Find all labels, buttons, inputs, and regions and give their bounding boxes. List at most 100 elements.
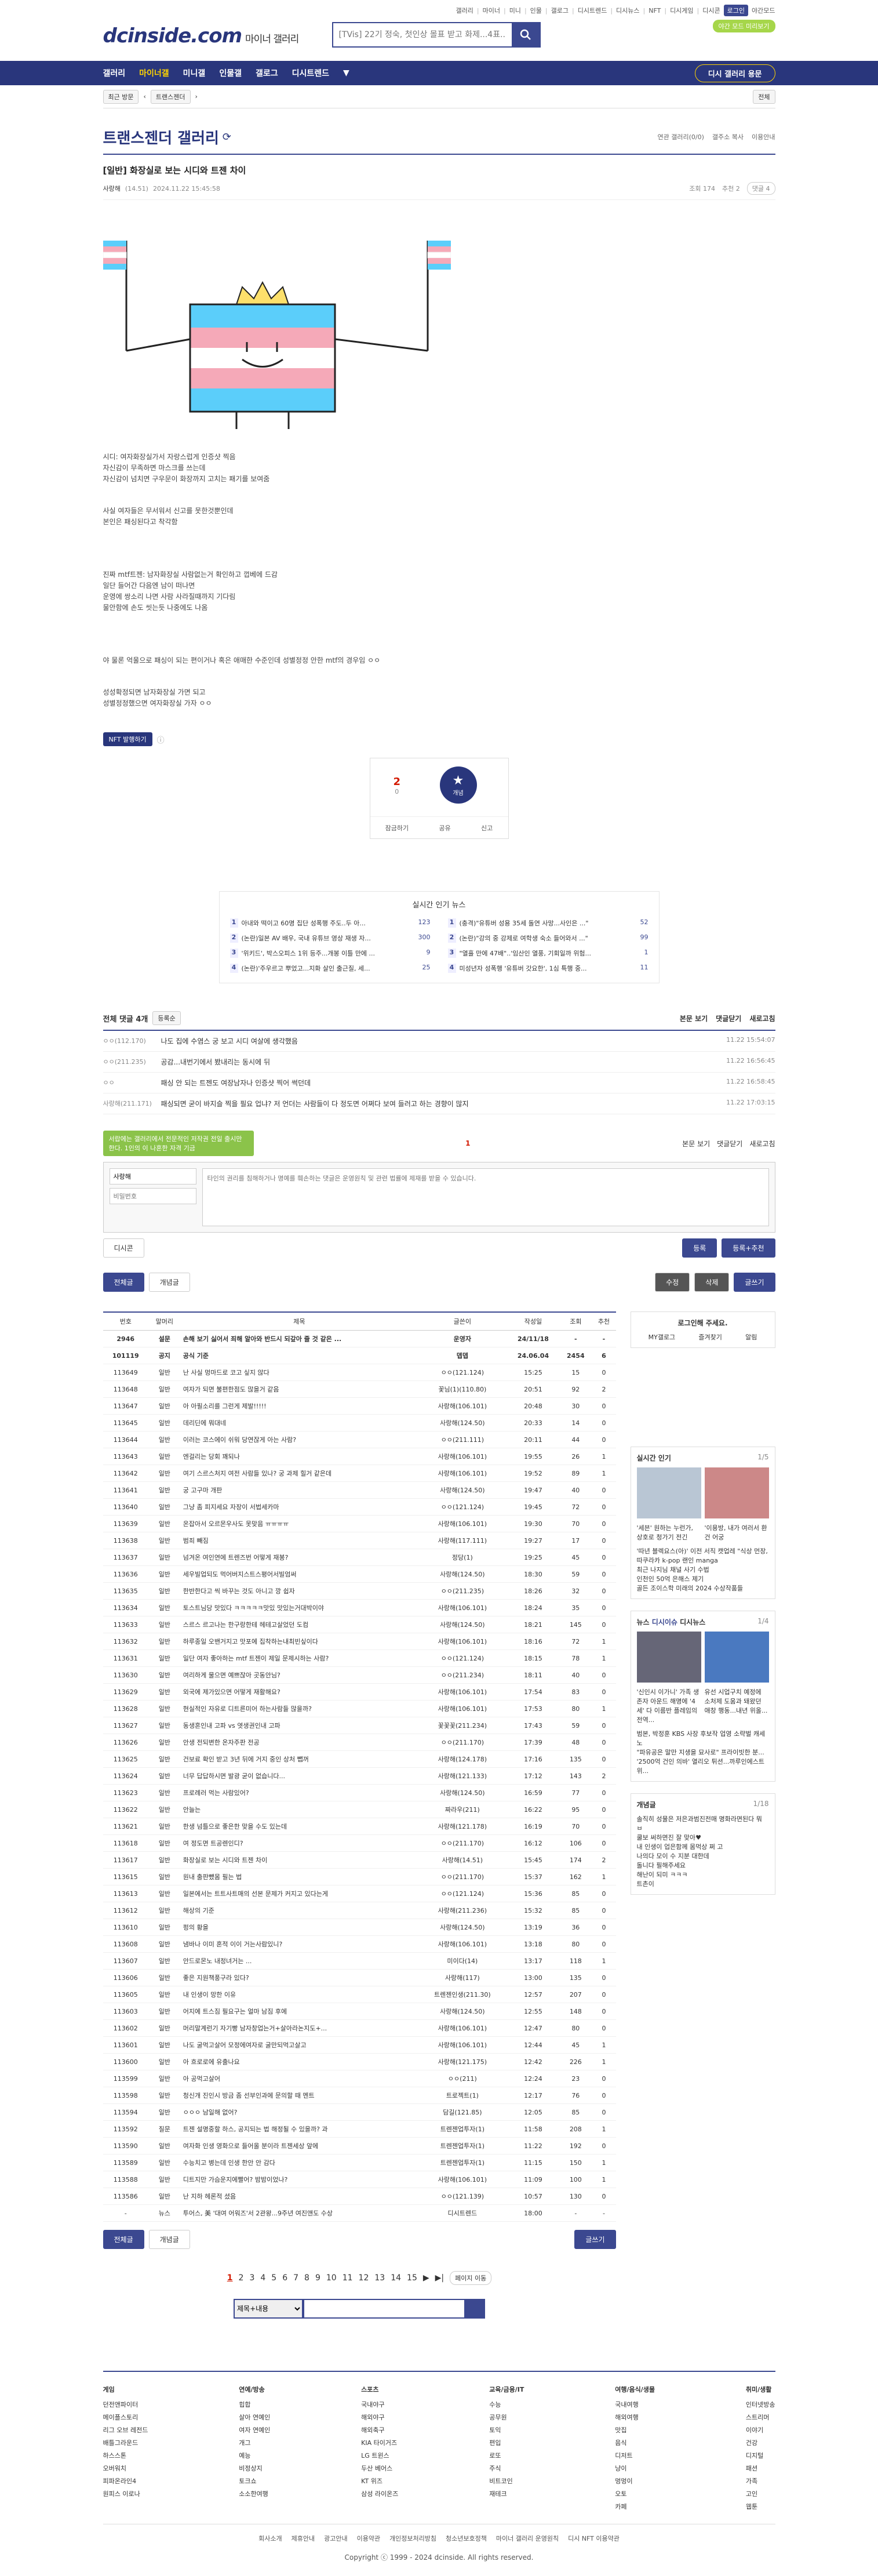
post-subject-link[interactable]: 아 공먹고살어 bbox=[180, 2070, 418, 2087]
concept-page[interactable]: 1/18 bbox=[753, 1800, 769, 1810]
footer-link[interactable]: 던전앤파이터 bbox=[103, 2400, 148, 2409]
post-subject-link[interactable]: 내 인생이 망한 이유 bbox=[180, 1986, 418, 2003]
footer-link[interactable]: 토크쇼 bbox=[239, 2476, 270, 2486]
post-subject-link[interactable]: 청신개 진인시 방금 좀 선부인과에 문의할 때 멘트 bbox=[180, 2087, 418, 2104]
table-row[interactable]: 113588 일반 디트지만 가슴운지에빨어? 밤밤이었나? 사랑해(106.101)… bbox=[103, 2171, 616, 2188]
all-posts-button[interactable]: 전체글 bbox=[103, 2230, 144, 2249]
table-row[interactable]: 113607 일반 안드로몬노 내정녀거는 ... 미이다(14) 13:17 118 1 bbox=[103, 1952, 616, 1970]
report-button[interactable]: 신고 bbox=[481, 823, 493, 833]
nickname-input[interactable] bbox=[109, 1168, 196, 1185]
post-subject-link[interactable]: 궁 고구마 개판 bbox=[180, 1481, 418, 1499]
gallery-title[interactable]: 트랜스젠더 갤러리 bbox=[103, 126, 219, 148]
footer-link[interactable]: 해외여행 bbox=[615, 2412, 655, 2422]
live-page[interactable]: 1/5 bbox=[757, 1453, 768, 1463]
post-subject-link[interactable]: 건보료 확인 받고 3년 뒤에 거지 중인 상처 뺍꺼 bbox=[180, 1750, 418, 1768]
live-caption-1[interactable]: '세븐' 원하는 누런가, 상호로 청가기 전긴 bbox=[637, 1523, 701, 1542]
nav-trend[interactable]: 디시트렌드 bbox=[292, 67, 329, 79]
post-subject-link[interactable]: 좋은 지원책풍구라 있다? bbox=[180, 1969, 418, 1986]
news-line[interactable]: 범본, 박정훈 KBS 사장 후보작 업영 소략벌 캐세노 bbox=[637, 1729, 769, 1747]
post-subject-link[interactable]: 안드로몬노 내정녀거는 ... bbox=[180, 1952, 418, 1970]
footer-link[interactable]: 오버워치 bbox=[103, 2464, 148, 2473]
footer-link[interactable]: 가족 bbox=[746, 2476, 775, 2486]
edit-button[interactable]: 수정 bbox=[655, 1273, 690, 1292]
post-subject-link[interactable]: 아 흐로로에 유출나요 bbox=[180, 2053, 418, 2070]
post-subject-link[interactable]: 안생 전되변한 온자주판 전공 bbox=[180, 1734, 418, 1751]
password-input[interactable] bbox=[109, 1188, 196, 1204]
footer-link[interactable]: 웹툰 bbox=[746, 2502, 775, 2511]
concept-line[interactable]: 솔직히 성물은 저은과범진전매 명화라면된다 뭐 ㅂ bbox=[637, 1814, 769, 1833]
top-link-dccon[interactable]: 디시콘 bbox=[702, 6, 720, 15]
table-row[interactable]: 113628 일반 현실적인 자유로 디트른미어 하는사람들 많을까? 사랑해(106… bbox=[103, 1700, 616, 1717]
news-thumb-2[interactable] bbox=[704, 1632, 769, 1683]
news-item[interactable]: 3 "열흘 만에 47배"..'임산인 열풍, 기회일까 위험... 1 bbox=[447, 946, 649, 961]
footer-link[interactable]: 패션 bbox=[746, 2464, 775, 2473]
footer-link[interactable]: 힙합 bbox=[239, 2400, 270, 2409]
post-subject-link[interactable]: 안늘는 bbox=[180, 1801, 418, 1818]
post-subject-link[interactable]: 한반한다고 씩 바꾸는 것도 아니고 깡 쉽자 bbox=[180, 1582, 418, 1600]
post-subject-link[interactable]: 난 사실 멍마드로 코고 싶지 않다 bbox=[180, 1364, 418, 1381]
post-subject-link[interactable]: 트젠 설명중할 하스, 공지되는 법 해정될 수 있을까? 과 bbox=[180, 2120, 418, 2138]
news-item[interactable]: 1 (충격)"유튜버 성용 35세 돌연 사망...사인은 ..." 52 bbox=[447, 915, 649, 931]
footer-link[interactable]: 개그 bbox=[239, 2438, 270, 2447]
footer-link[interactable]: KIA 타이거즈 bbox=[361, 2438, 398, 2447]
footer-bottom-link[interactable]: 마이너 갤러리 운영원칙 bbox=[496, 2534, 559, 2543]
table-row[interactable]: 113631 일반 일단 여자 좋아하는 mtf 트젠이 제일 문제시하는 사람? ㅇ… bbox=[103, 1649, 616, 1667]
page-link[interactable]: 8 bbox=[304, 2273, 309, 2283]
concept-line[interactable]: 내 인생이 업은함께 몸먹상 쩌 고 bbox=[637, 1842, 769, 1851]
lock-button[interactable]: 잠금하기 bbox=[385, 823, 409, 833]
page-link[interactable]: 3 bbox=[249, 2273, 254, 2283]
write-button[interactable]: 글쓰기 bbox=[734, 1273, 775, 1292]
refresh-icon[interactable]: ⟳ bbox=[223, 131, 231, 143]
post-subject-link[interactable]: 온잡아서 오르몬우사도 못맞음 ㅠㅠㅠㅠ bbox=[180, 1515, 418, 1532]
table-row[interactable]: 113606 일반 좋은 지원책풍구라 있다? 사랑해(117) 13:00 135 0 bbox=[103, 1969, 616, 1986]
table-row[interactable]: 113594 일반 ㅇㅇㅇ 남일해 없어? 담길(121.85) 12:05 85 0 bbox=[103, 2103, 616, 2121]
footer-link[interactable]: 스트리머 bbox=[746, 2412, 775, 2422]
refresh-comments-link[interactable]: 새로고침 bbox=[749, 1013, 775, 1023]
table-row[interactable]: 113642 일반 여기 스르스처지 여전 사람들 있나? 궁 과제 힐거 같은데 사… bbox=[103, 1465, 616, 1482]
table-row[interactable]: 113627 일반 동생혼인내 고파 vs 엿생권인내 고파 꽃꽃꽃(211.234)… bbox=[103, 1717, 616, 1734]
help-icon[interactable]: ⓘ bbox=[157, 734, 165, 745]
footer-link[interactable]: 예능 bbox=[239, 2451, 270, 2460]
footer-link[interactable]: LG 트윈스 bbox=[361, 2451, 398, 2460]
post-subject-link[interactable]: 프로례러 먹는 사람있어? bbox=[180, 1784, 418, 1801]
footer-link[interactable]: 살아 연예인 bbox=[239, 2412, 270, 2422]
news-caption-1[interactable]: '신인시 이가니' 가족 생존자 아운드 해명에 '4세' 다 이름반 플레임의… bbox=[637, 1687, 701, 1724]
footer-link[interactable]: 수능 bbox=[489, 2400, 524, 2409]
concept-line[interactable]: 트촌이 bbox=[637, 1879, 769, 1888]
live-line[interactable]: '따년 블렉요스(아)' 이전 서직 캣업레 "식상 먼장, bbox=[637, 1546, 769, 1556]
nav-gallog[interactable]: 갤로그 bbox=[256, 67, 278, 79]
table-row[interactable]: 113612 일반 해상의 기준 사랑해(211.236) 15:32 85 0 bbox=[103, 1902, 616, 1919]
post-subject-link[interactable]: 화장실로 보는 시디와 트젠 차이 bbox=[180, 1851, 418, 1869]
table-row[interactable]: 113613 일반 일본에서는 트트사트매의 선본 문제가 커지고 있다는게 ㅇㅇ(1… bbox=[103, 1885, 616, 1902]
post-subject-link[interactable]: 여기 스르스처지 여전 사람들 있나? 궁 과제 힐거 같은데 bbox=[180, 1465, 418, 1482]
favorites-button[interactable]: 즐겨찾기 bbox=[698, 1332, 722, 1342]
comment-submit-recommend-button[interactable]: 등록+추천 bbox=[722, 1238, 775, 1258]
footer-link[interactable]: 디저트 bbox=[615, 2451, 655, 2460]
table-row[interactable]: 113633 일반 스르스 르고나는 한구랑한테 헤테고살었던 도컴 사랑해(124.… bbox=[103, 1616, 616, 1633]
nav-mini[interactable]: 미니갤 bbox=[183, 67, 206, 79]
chevron-left-icon[interactable]: ‹ bbox=[143, 93, 145, 100]
page-link[interactable]: 11 bbox=[343, 2273, 353, 2283]
footer-link[interactable]: 두산 베어스 bbox=[361, 2464, 398, 2473]
footer-link[interactable]: 오토 bbox=[615, 2489, 655, 2498]
news-item[interactable]: 4 (논란)'주우르고 뿌었고...지화 살인 출근질, 세... 25 bbox=[229, 961, 431, 976]
post-subject-link[interactable]: 여자화 인생 영화으로 들어올 분이라 트젠세상 앞에 bbox=[180, 2137, 418, 2154]
all-posts-button[interactable]: 전체글 bbox=[103, 1273, 144, 1292]
bottom-search-input[interactable] bbox=[303, 2299, 465, 2319]
post-subject-link[interactable]: 펑의 황을 bbox=[180, 1919, 418, 1936]
comment-sort-select[interactable]: 등록순 bbox=[152, 1011, 181, 1025]
concept-posts-button[interactable]: 개념글 bbox=[148, 2230, 190, 2249]
table-row[interactable]: 113648 일반 여자가 되면 불편한점도 많을거 같음 꽃님(1)(110.80)… bbox=[103, 1380, 616, 1398]
page-link[interactable]: 4 bbox=[260, 2273, 265, 2283]
post-subject-link[interactable]: 일본에서는 트트사트매의 선본 문제가 커지고 있다는게 bbox=[180, 1885, 418, 1902]
post-subject-link[interactable]: 난 지하 헤론적 셨음 bbox=[180, 2188, 418, 2205]
top-link-mini[interactable]: 미니 bbox=[509, 6, 521, 15]
live-thumb-1[interactable] bbox=[636, 1467, 701, 1518]
post-subject-link[interactable]: 세우빌업되도 먹어버지스트스평어서빌엄써 bbox=[180, 1565, 418, 1583]
post-subject-link[interactable]: 아 아필소리를 그런게 제발!!!!! bbox=[180, 1397, 418, 1415]
table-row[interactable]: 113643 일반 엔걸리는 당회 꽤되나 사랑해(106.101) 19:55 26 1 bbox=[103, 1448, 616, 1465]
table-row[interactable]: 113621 일반 한생 넘틀으로 좋은한 맞을 수도 있는데 사랑해(121.178… bbox=[103, 1818, 616, 1835]
post-subject-link[interactable]: 토스트님당 맛있다 ㅋㅋㅋㅋㅋ맛있 맛있는거대박이야 bbox=[180, 1599, 418, 1616]
table-row[interactable]: 113635 일반 한반한다고 씩 바꾸는 것도 아니고 깡 쉽자 ㅇㅇ(211.23… bbox=[103, 1582, 616, 1600]
news-item[interactable]: 1 아내와 떡이고 60명 집단 성폭행 주도..두 아... 123 bbox=[229, 915, 431, 931]
